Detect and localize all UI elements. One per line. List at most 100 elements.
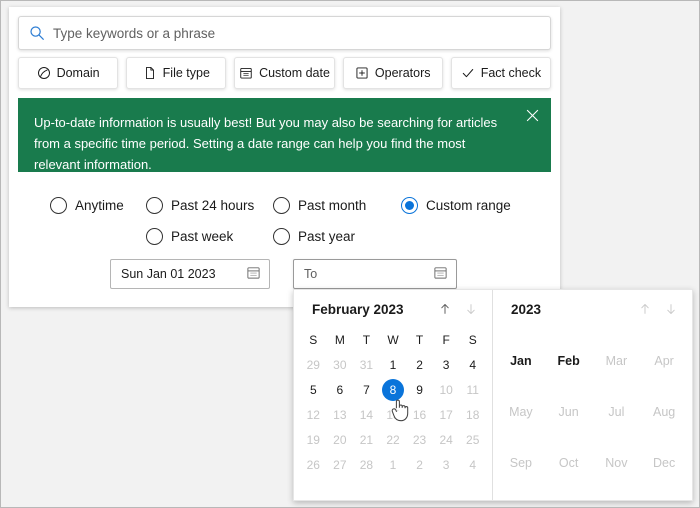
checkmark-icon <box>461 66 475 80</box>
calendar-day[interactable]: 2 <box>406 452 433 477</box>
calendar-day[interactable]: 19 <box>300 427 327 452</box>
calendar-week-row: 29 30 31 1 2 3 4 <box>294 352 492 377</box>
calendar-day[interactable]: 12 <box>300 402 327 427</box>
calendar-day[interactable]: 11 <box>459 377 486 402</box>
year-prev-button[interactable] <box>632 296 658 322</box>
info-banner-text: Up-to-date information is usually best! … <box>34 115 498 173</box>
calendar-day[interactable]: 4 <box>459 452 486 477</box>
filter-chip-custom-date[interactable]: Custom date <box>234 57 335 89</box>
calendar-day-number: 8 <box>389 382 397 397</box>
calendar-day[interactable]: 15 <box>380 402 407 427</box>
radio-indicator <box>146 228 163 245</box>
calendar-day[interactable]: 1 <box>380 452 407 477</box>
filter-chip-operators[interactable]: Operators <box>342 57 443 89</box>
calendar-next-month-button[interactable] <box>458 296 484 322</box>
month-cell-may[interactable]: May <box>497 387 545 438</box>
calendar-day[interactable]: 1 <box>380 352 407 377</box>
year-header: 2023 <box>493 290 692 328</box>
month-cell-jul[interactable]: Jul <box>593 387 641 438</box>
calendar-week-row: 26 27 28 1 2 3 4 <box>294 452 492 477</box>
radio-option-past-24-hours[interactable]: Past 24 hours <box>146 197 254 214</box>
search-bar[interactable] <box>18 16 551 50</box>
radio-indicator <box>401 197 418 214</box>
search-filter-card: Domain File type <box>9 7 560 307</box>
globe-icon <box>37 66 51 80</box>
radio-option-custom-range[interactable]: Custom range <box>401 197 511 214</box>
calendar-day-selected[interactable]: 8 <box>377 374 409 405</box>
weekday-label: S <box>468 333 477 347</box>
calendar-day[interactable]: 18 <box>459 402 486 427</box>
calendar-day[interactable]: 14 <box>353 402 380 427</box>
radio-option-past-month[interactable]: Past month <box>273 197 366 214</box>
calendar-day[interactable]: 29 <box>300 352 327 377</box>
radio-label: Anytime <box>75 198 124 213</box>
calendar-day[interactable]: 21 <box>353 427 380 452</box>
radio-option-past-week[interactable]: Past week <box>146 228 233 245</box>
calendar-day[interactable]: 13 <box>327 402 354 427</box>
year-title[interactable]: 2023 <box>511 302 632 317</box>
screenshot-frame: Domain File type <box>0 0 700 508</box>
search-input[interactable] <box>45 17 550 49</box>
month-cell-apr[interactable]: Apr <box>640 336 688 387</box>
month-cell-oct[interactable]: Oct <box>545 437 593 488</box>
month-cell-nov[interactable]: Nov <box>593 437 641 488</box>
month-cell-sep[interactable]: Sep <box>497 437 545 488</box>
calendar-icon[interactable] <box>246 265 261 283</box>
weekday-header-row: S M T W T F S <box>294 328 492 352</box>
calendar-day[interactable]: 9 <box>406 377 433 402</box>
calendar-week-row: 19 20 21 22 23 24 25 <box>294 427 492 452</box>
calendar-day[interactable]: 3 <box>433 352 460 377</box>
calendar-icon[interactable] <box>433 265 448 283</box>
radio-option-anytime[interactable]: Anytime <box>50 197 124 214</box>
month-cell-dec[interactable]: Dec <box>640 437 688 488</box>
info-banner: Up-to-date information is usually best! … <box>18 98 551 172</box>
month-cell-mar[interactable]: Mar <box>593 336 641 387</box>
calendar-day[interactable]: 27 <box>327 452 354 477</box>
radio-label: Custom range <box>426 198 511 213</box>
calendar-day[interactable]: 24 <box>433 427 460 452</box>
filter-chip-label: Domain <box>56 66 100 80</box>
calendar-day[interactable]: 4 <box>459 352 486 377</box>
plus-box-icon <box>355 66 369 80</box>
calendar-prev-month-button[interactable] <box>432 296 458 322</box>
year-next-button[interactable] <box>658 296 684 322</box>
month-grid: Jan Feb Mar Apr May Jun Jul Aug Sep Oct Nov Dec <box>493 328 692 488</box>
month-cell-jun[interactable]: Jun <box>545 387 593 438</box>
calendar-month-title[interactable]: February 2023 <box>312 302 432 317</box>
calendar-week-row: 12 13 14 15 16 17 18 <box>294 402 492 427</box>
close-icon[interactable] <box>520 103 544 127</box>
search-icon <box>29 25 45 41</box>
calendar-day[interactable]: 16 <box>406 402 433 427</box>
date-to-input[interactable]: To <box>293 259 457 289</box>
calendar-day[interactable]: 6 <box>327 377 354 402</box>
year-pane: 2023 Jan Feb Mar Apr May Jun Jul Aug Sep Oct Nov De… <box>493 290 692 500</box>
calendar-pane: February 2023 S M T W T F S 29 30 31 1 2… <box>294 290 492 500</box>
weekday-label: S <box>309 333 318 347</box>
calendar-day[interactable]: 23 <box>406 427 433 452</box>
calendar-day[interactable]: 28 <box>353 452 380 477</box>
filter-chip-domain[interactable]: Domain <box>18 57 119 89</box>
calendar-day-grid: 29 30 31 1 2 3 4 5 6 7 8 9 10 11 12 13 14 15 16 17 18 19 20 21 2… <box>294 352 492 477</box>
filter-chip-file-type[interactable]: File type <box>126 57 227 89</box>
filter-chip-fact-check[interactable]: Fact check <box>450 57 552 89</box>
calendar-day[interactable]: 10 <box>433 377 460 402</box>
calendar-day[interactable]: 30 <box>327 352 354 377</box>
calendar-day[interactable]: 5 <box>300 377 327 402</box>
calendar-day[interactable]: 22 <box>380 427 407 452</box>
calendar-day[interactable]: 17 <box>433 402 460 427</box>
month-cell-aug[interactable]: Aug <box>640 387 688 438</box>
date-from-input[interactable]: Sun Jan 01 2023 <box>110 259 270 289</box>
document-icon <box>143 66 157 80</box>
calendar-day[interactable]: 7 <box>353 377 380 402</box>
calendar-day[interactable]: 3 <box>433 452 460 477</box>
month-cell-feb[interactable]: Feb <box>545 336 593 387</box>
radio-indicator <box>273 228 290 245</box>
calendar-day[interactable]: 20 <box>327 427 354 452</box>
month-cell-jan[interactable]: Jan <box>497 336 545 387</box>
calendar-day[interactable]: 31 <box>353 352 380 377</box>
calendar-day[interactable]: 26 <box>300 452 327 477</box>
calendar-day[interactable]: 2 <box>406 352 433 377</box>
calendar-day[interactable]: 25 <box>459 427 486 452</box>
date-to-placeholder: To <box>304 267 318 281</box>
radio-option-past-year[interactable]: Past year <box>273 228 355 245</box>
